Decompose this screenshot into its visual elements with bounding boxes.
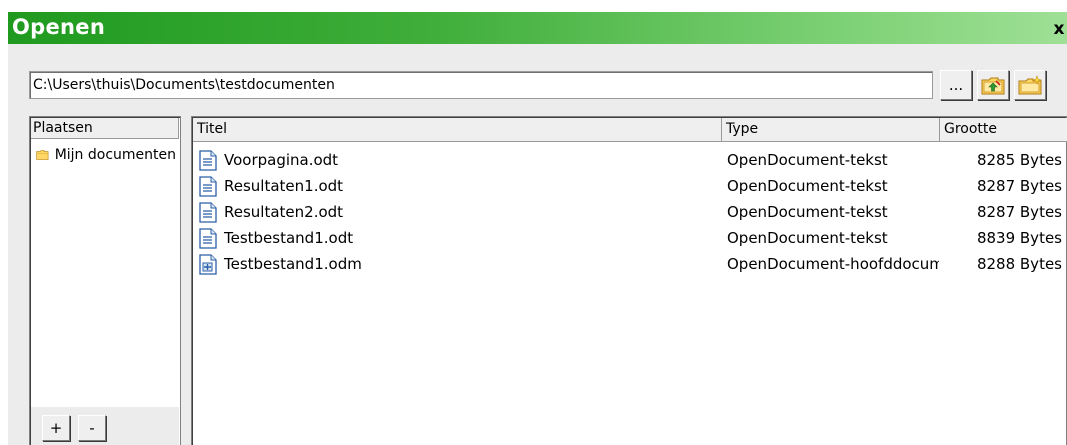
file-name-cell: Testbestand1.odm xyxy=(199,251,719,277)
file-name: Testbestand1.odm xyxy=(224,255,362,273)
text-document-icon xyxy=(199,227,217,249)
file-type: OpenDocument-tekst xyxy=(727,151,888,169)
file-size: 8287 Bytes xyxy=(976,203,1062,221)
file-name-cell: Voorpagina.odt xyxy=(199,147,719,173)
file-size: 8287 Bytes xyxy=(976,177,1062,195)
new-folder-button[interactable] xyxy=(1014,70,1046,100)
places-item-my-documents[interactable]: Mijn documenten xyxy=(36,145,176,165)
title-bar[interactable]: Openen x xyxy=(8,12,1067,44)
text-document-icon xyxy=(199,149,217,171)
close-button[interactable]: x xyxy=(1051,19,1067,39)
places-footer: + - xyxy=(31,407,179,445)
file-name: Voorpagina.odt xyxy=(224,151,339,169)
file-name: Testbestand1.odt xyxy=(224,229,354,247)
file-type: OpenDocument-hoofddocument xyxy=(727,255,939,273)
new-folder-icon xyxy=(1018,75,1042,95)
path-input[interactable] xyxy=(29,71,933,99)
file-type: OpenDocument-tekst xyxy=(727,203,888,221)
file-row[interactable]: Testbestand1.odt OpenDocument-tekst 8839… xyxy=(193,225,1065,251)
file-name-cell: Resultaten2.odt xyxy=(199,199,719,225)
file-size: 8839 Bytes xyxy=(976,229,1062,247)
places-item-label: Mijn documenten xyxy=(54,147,176,163)
file-type: OpenDocument-tekst xyxy=(727,229,888,247)
file-size: 8288 Bytes xyxy=(976,255,1062,273)
file-row[interactable]: Voorpagina.odt OpenDocument-tekst 8285 B… xyxy=(193,147,1065,173)
dialog-title: Openen xyxy=(12,15,106,39)
file-name-cell: Testbestand1.odt xyxy=(199,225,719,251)
file-name: Resultaten2.odt xyxy=(224,203,344,221)
file-row[interactable]: Resultaten1.odt OpenDocument-tekst 8287 … xyxy=(193,173,1065,199)
browse-button[interactable]: ... xyxy=(940,70,972,100)
browse-label: ... xyxy=(948,76,964,94)
file-row[interactable]: Resultaten2.odt OpenDocument-tekst 8287 … xyxy=(193,199,1065,225)
open-dialog: Openen x ... Plaatsen Mijn documenten xyxy=(8,12,1067,445)
folder-up-icon xyxy=(981,77,1005,95)
column-header-title[interactable]: Titel xyxy=(193,118,722,142)
remove-place-button[interactable]: - xyxy=(78,415,106,441)
file-type: OpenDocument-tekst xyxy=(727,177,888,195)
places-header: Plaatsen xyxy=(31,118,179,139)
file-list: Titel Type Grootte Voorpagina.odt OpenDo… xyxy=(191,116,1067,445)
folder-up-button[interactable] xyxy=(977,70,1009,100)
folder-icon xyxy=(36,150,49,160)
column-header-type[interactable]: Type xyxy=(722,118,940,142)
master-document-icon xyxy=(199,253,217,275)
text-document-icon xyxy=(199,201,217,223)
file-list-header: Titel Type Grootte xyxy=(193,118,1067,142)
column-header-size[interactable]: Grootte xyxy=(940,118,1067,142)
file-name: Resultaten1.odt xyxy=(224,177,344,195)
places-panel: Plaatsen Mijn documenten + - xyxy=(29,116,181,445)
file-row[interactable]: Testbestand1.odm OpenDocument-hoofddocum… xyxy=(193,251,1065,277)
text-document-icon xyxy=(199,175,217,197)
file-size: 8285 Bytes xyxy=(976,151,1062,169)
file-name-cell: Resultaten1.odt xyxy=(199,173,719,199)
add-place-button[interactable]: + xyxy=(42,415,70,441)
